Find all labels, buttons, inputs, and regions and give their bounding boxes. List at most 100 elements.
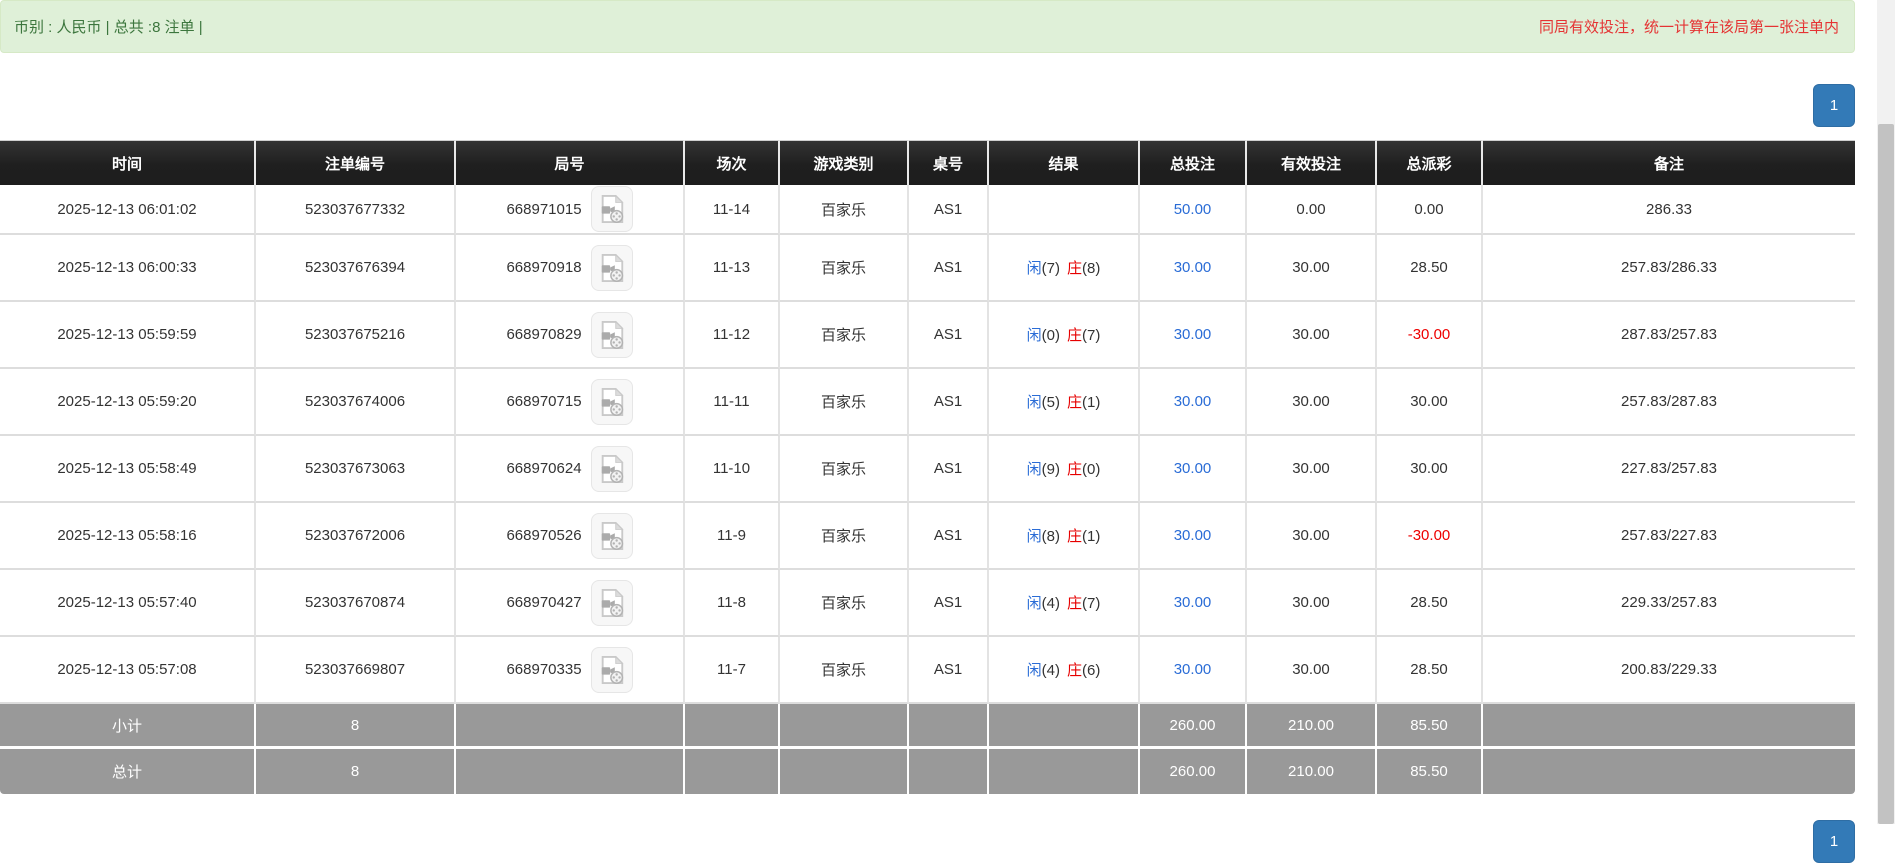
total-label: 总计 — [0, 749, 256, 794]
total-row: 总计 8 260.00 210.00 85.50 — [0, 749, 1855, 794]
vertical-scrollbar[interactable] — [1877, 0, 1895, 824]
bet-time: 2025-12-13 06:00:33 — [0, 235, 256, 302]
total-bet-link[interactable]: 30.00 — [1140, 436, 1247, 503]
video-replay-button[interactable] — [590, 244, 633, 291]
total-bet-link[interactable]: 30.00 — [1140, 570, 1247, 637]
result-cell: 闲(4) 庄(7) — [989, 570, 1140, 637]
payout-cell: -30.00 — [1377, 503, 1483, 570]
game-type: 百家乐 — [780, 302, 909, 369]
video-replay-button[interactable] — [590, 378, 633, 425]
total-bet-link[interactable]: 30.00 — [1140, 302, 1247, 369]
bet-id: 523037675216 — [256, 302, 456, 369]
total-bet-link[interactable]: 30.00 — [1140, 369, 1247, 436]
bet-time: 2025-12-13 05:59:20 — [0, 369, 256, 436]
table-row: 2025-12-13 05:59:59 523037675216 6689708… — [0, 302, 1855, 369]
player-result-points: (0) — [1041, 327, 1060, 344]
subtotal-empty-table — [909, 704, 989, 749]
subtotal-count: 8 — [256, 704, 456, 749]
pagination-page-button-top[interactable]: 1 — [1813, 84, 1855, 127]
table-row: 2025-12-13 05:58:16 523037672006 6689705… — [0, 503, 1855, 570]
total-empty-remark — [1483, 749, 1855, 794]
game-type: 百家乐 — [780, 637, 909, 704]
video-replay-button[interactable] — [590, 311, 633, 358]
table-row: 2025-12-13 05:58:49 523037673063 6689706… — [0, 436, 1855, 503]
round-id: 668971015 — [506, 200, 582, 218]
result-cell: 闲(4) 庄(6) — [989, 637, 1140, 704]
notice-bar: 币别 : 人民币 | 总共 :8 注单 | 同局有效投注，统一计算在该局第一张注… — [0, 0, 1855, 53]
valid-bet: 30.00 — [1247, 436, 1377, 503]
banker-result-label: 庄 — [1067, 595, 1083, 612]
result-cell: 闲(8) 庄(1) — [989, 503, 1140, 570]
payout-cell: 28.50 — [1377, 235, 1483, 302]
total-payout: 85.50 — [1377, 749, 1483, 794]
remark: 257.83/287.83 — [1483, 369, 1855, 436]
video-replay-button[interactable] — [590, 646, 633, 693]
banker-result-label: 庄 — [1067, 662, 1083, 679]
player-result-label: 闲 — [1026, 595, 1042, 612]
col-header-total-bet: 总投注 — [1140, 140, 1247, 185]
video-file-icon — [601, 655, 623, 684]
game-type: 百家乐 — [780, 503, 909, 570]
bet-id: 523037674006 — [256, 369, 456, 436]
video-file-icon — [601, 387, 623, 416]
video-file-icon — [601, 194, 623, 223]
banker-result-points: (8) — [1082, 260, 1101, 277]
round-id: 668970918 — [506, 259, 582, 276]
player-result-points: (8) — [1041, 528, 1060, 545]
banker-result-label: 庄 — [1067, 260, 1083, 277]
total-count: 8 — [256, 749, 456, 794]
total-bet-link[interactable]: 30.00 — [1140, 235, 1247, 302]
subtotal-label: 小计 — [0, 704, 256, 749]
result-cell — [989, 185, 1140, 235]
col-header-session: 场次 — [685, 140, 780, 185]
player-result-label: 闲 — [1026, 260, 1042, 277]
valid-bet: 30.00 — [1247, 503, 1377, 570]
scrollbar-thumb[interactable] — [1878, 124, 1894, 824]
subtotal-total-bet: 260.00 — [1140, 704, 1247, 749]
table-number: AS1 — [909, 185, 989, 235]
total-bet-link[interactable]: 30.00 — [1140, 503, 1247, 570]
total-bet-link[interactable]: 50.00 — [1140, 185, 1247, 235]
table-row: 2025-12-13 05:59:20 523037674006 6689707… — [0, 369, 1855, 436]
player-result-points: (7) — [1041, 260, 1060, 277]
video-replay-button[interactable] — [590, 445, 633, 492]
video-replay-button[interactable] — [590, 186, 633, 232]
bet-id: 523037673063 — [256, 436, 456, 503]
valid-bet: 30.00 — [1247, 570, 1377, 637]
bet-time: 2025-12-13 05:57:40 — [0, 570, 256, 637]
result-cell: 闲(5) 庄(1) — [989, 369, 1140, 436]
session-number: 11-13 — [685, 235, 780, 302]
result-cell: 闲(9) 庄(0) — [989, 436, 1140, 503]
result-cell: 闲(0) 庄(7) — [989, 302, 1140, 369]
col-header-table-no: 桌号 — [909, 140, 989, 185]
remark: 286.33 — [1483, 185, 1855, 235]
video-replay-button[interactable] — [590, 512, 633, 559]
remark: 257.83/227.83 — [1483, 503, 1855, 570]
payout-cell: -30.00 — [1377, 302, 1483, 369]
session-number: 11-14 — [685, 185, 780, 235]
round-id: 668970624 — [506, 460, 582, 477]
col-header-result: 结果 — [989, 140, 1140, 185]
table-number: AS1 — [909, 436, 989, 503]
pagination-page-button-bottom[interactable]: 1 — [1813, 820, 1855, 863]
video-file-icon — [601, 454, 623, 483]
total-bet-link[interactable]: 30.00 — [1140, 637, 1247, 704]
banker-result-label: 庄 — [1067, 461, 1083, 478]
video-file-icon — [601, 521, 623, 550]
valid-bet: 30.00 — [1247, 637, 1377, 704]
remark: 227.83/257.83 — [1483, 436, 1855, 503]
table-number: AS1 — [909, 570, 989, 637]
bet-id: 523037672006 — [256, 503, 456, 570]
bet-records-table: 时间 注单编号 局号 场次 游戏类别 桌号 结果 总投注 有效投注 总派彩 备注… — [0, 140, 1855, 794]
bet-time: 2025-12-13 06:01:02 — [0, 185, 256, 235]
col-header-game-type: 游戏类别 — [780, 140, 909, 185]
video-replay-button[interactable] — [590, 579, 633, 626]
session-number: 11-8 — [685, 570, 780, 637]
table-number: AS1 — [909, 302, 989, 369]
video-file-icon — [601, 588, 623, 617]
subtotal-empty-remark — [1483, 704, 1855, 749]
payout-cell: 28.50 — [1377, 637, 1483, 704]
payout-cell: 30.00 — [1377, 369, 1483, 436]
banker-result-label: 庄 — [1067, 528, 1083, 545]
main-content: 币别 : 人民币 | 总共 :8 注单 | 同局有效投注，统一计算在该局第一张注… — [0, 0, 1855, 863]
